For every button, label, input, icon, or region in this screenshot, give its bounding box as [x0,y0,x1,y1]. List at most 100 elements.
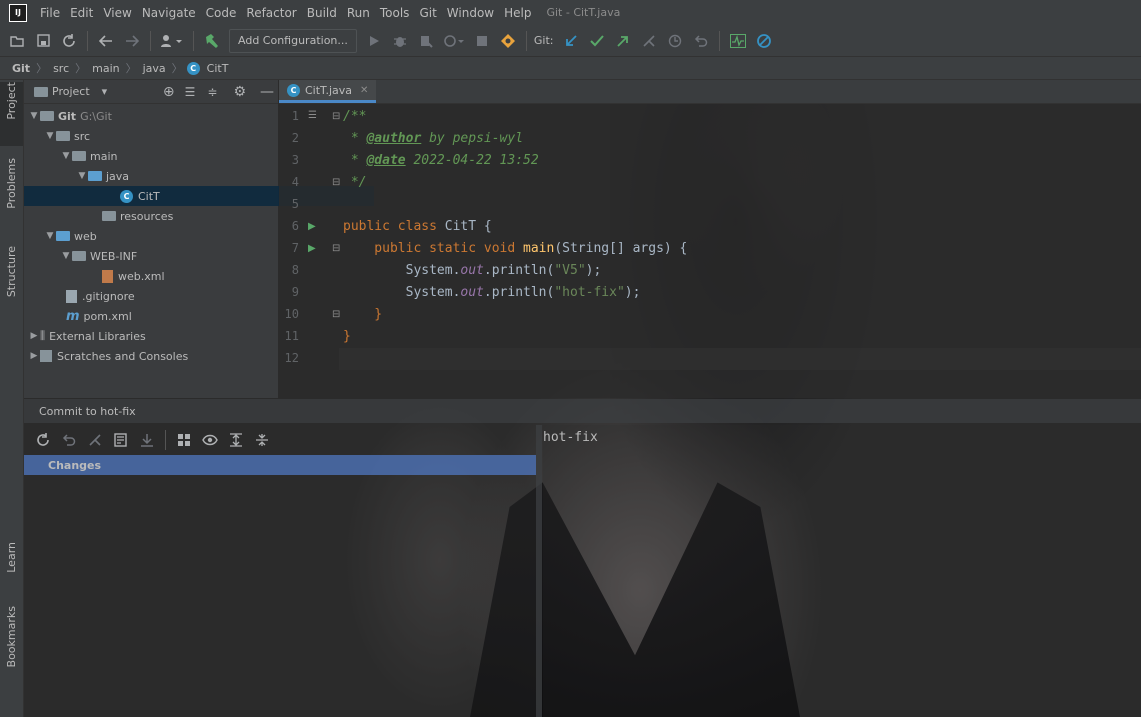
tool-tab-project[interactable]: Project [0,82,23,146]
git-history-clock-icon[interactable] [664,30,686,52]
menu-build[interactable]: Build [302,6,342,20]
changes-tree[interactable] [24,475,536,717]
activity-monitor-icon[interactable] [727,30,749,52]
sync-icon[interactable] [58,30,80,52]
commit-panel-title[interactable]: Commit to hot-fix [39,405,136,418]
eye-icon[interactable] [199,429,221,451]
breadcrumb-item-citt[interactable]: CitT [205,62,231,75]
code-line-3[interactable]: * @date 2022-04-22 13:52 [343,150,539,172]
code-line-1[interactable]: /** [343,106,366,128]
tree-item-gitignore[interactable]: .gitignore [24,286,320,306]
menu-code[interactable]: Code [201,6,242,20]
coverage-icon[interactable] [415,30,437,52]
code-line-11[interactable]: } [343,326,351,348]
chevron-right-icon[interactable]: ▶ [28,331,40,341]
show-diff-icon[interactable] [110,429,132,451]
git-rollback-icon[interactable] [690,30,712,52]
chevron-down-icon[interactable]: ▼ [44,131,56,141]
run-gutter-icon[interactable]: ▶ [308,243,316,254]
editor-tab-citt[interactable]: C CitT.java ✕ [279,80,377,103]
code-line-9[interactable]: System.out.println("hot-fix"); [343,282,641,304]
user-dropdown-icon[interactable] [158,30,186,52]
tree-item-external-libraries[interactable]: ▶ ⫼ External Libraries [24,326,282,346]
fold-icon[interactable]: ⊟ [332,243,340,254]
menu-edit[interactable]: Edit [65,6,98,20]
expand-all-icon[interactable]: ☰ [185,85,196,99]
tree-item-web-inf[interactable]: ▼ WEB-INF [24,246,314,266]
tool-tab-learn[interactable]: Learn [0,542,23,592]
close-icon[interactable]: ✕ [360,85,368,96]
chevron-right-icon[interactable]: ▶ [28,351,40,361]
chevron-down-icon[interactable]: ▼ [60,151,72,161]
tree-item-web[interactable]: ▼ web [24,226,298,246]
chevron-down-icon[interactable]: ▼ [60,251,72,261]
build-hammer-icon[interactable] [201,30,223,52]
code-line-10[interactable]: } [343,304,382,326]
hide-panel-icon[interactable]: — [260,84,274,100]
debug-bug-icon[interactable] [389,30,411,52]
power-save-icon[interactable] [753,30,775,52]
breadcrumb-item-java[interactable]: java [141,62,168,75]
menu-tools[interactable]: Tools [375,6,415,20]
back-arrow-icon[interactable] [95,30,117,52]
fold-icon[interactable]: ⊟ [332,177,340,188]
fold-icon[interactable]: ⊟ [332,309,340,320]
breadcrumb-item-git[interactable]: Git [10,62,32,75]
run-gutter-icon[interactable]: ▶ [308,221,316,232]
tool-tab-problems[interactable]: Problems [0,158,23,228]
plugin-diamond-icon[interactable] [497,30,519,52]
menu-window[interactable]: Window [442,6,499,20]
open-folder-icon[interactable] [6,30,28,52]
tree-item-pom-xml[interactable]: m pom.xml [24,306,320,326]
tree-item-main[interactable]: ▼ main [24,146,314,166]
code-line-2[interactable]: * @author by pepsi-wyl [343,128,523,150]
menu-file[interactable]: File [35,6,65,20]
git-update-icon[interactable] [560,30,582,52]
chevron-down-icon[interactable]: ▼ [76,171,88,181]
forward-arrow-icon[interactable] [121,30,143,52]
menu-run[interactable]: Run [342,6,375,20]
profile-dropdown-icon[interactable] [441,30,467,52]
git-push-icon[interactable] [612,30,634,52]
save-all-icon[interactable] [32,30,54,52]
git-commit-check-icon[interactable] [586,30,608,52]
changes-list-header[interactable]: Changes [24,455,536,475]
menu-refactor[interactable]: Refactor [241,6,301,20]
move-changes-icon[interactable] [84,429,106,451]
chevron-down-icon[interactable]: ▼ [28,111,40,121]
tree-item-src[interactable]: ▼ src [24,126,298,146]
tree-item-scratches[interactable]: ▶ Scratches and Consoles [24,346,282,366]
tool-tab-bookmarks[interactable]: Bookmarks [0,606,23,688]
fold-icon[interactable]: ⊟ [332,111,340,122]
collapse-all-icon[interactable]: ≑ [207,85,217,99]
commit-panel-splitter[interactable] [536,425,542,717]
download-icon[interactable] [136,429,158,451]
chevron-down-icon[interactable]: ▼ [44,231,56,241]
documentation-icon[interactable]: ☰ [308,110,317,121]
breadcrumb-item-main[interactable]: main [90,62,121,75]
breadcrumb-item-src[interactable]: src [51,62,71,75]
run-icon[interactable] [363,30,385,52]
chevron-down-icon[interactable]: ▾ [102,85,108,98]
collapse-all-icon[interactable] [251,429,273,451]
group-by-icon[interactable] [173,429,195,451]
expand-all-icon[interactable] [225,429,247,451]
gear-icon[interactable]: ⚙ [233,84,246,100]
run-configuration-dropdown[interactable]: Add Configuration... [229,28,357,53]
code-line-6[interactable]: public class CitT { [343,216,492,238]
stop-icon[interactable] [471,30,493,52]
refresh-icon[interactable] [32,429,54,451]
menu-git[interactable]: Git [414,6,441,20]
tree-item-git-root[interactable]: ▼ Git G:\Git [24,106,282,126]
code-line-8[interactable]: System.out.println("V5"); [343,260,602,282]
code-line-4[interactable]: */ [343,172,367,194]
code-line-7[interactable]: public static void main(String[] args) { [343,238,687,260]
menu-view[interactable]: View [98,6,136,20]
tool-tab-structure[interactable]: Structure [0,246,23,316]
menu-navigate[interactable]: Navigate [137,6,201,20]
project-panel-title[interactable]: Project [52,85,90,98]
rollback-icon[interactable] [58,429,80,451]
locate-target-icon[interactable]: ⊕ [163,84,175,100]
menu-help[interactable]: Help [499,6,536,20]
commit-message-input[interactable]: hot-fix [543,425,1141,717]
